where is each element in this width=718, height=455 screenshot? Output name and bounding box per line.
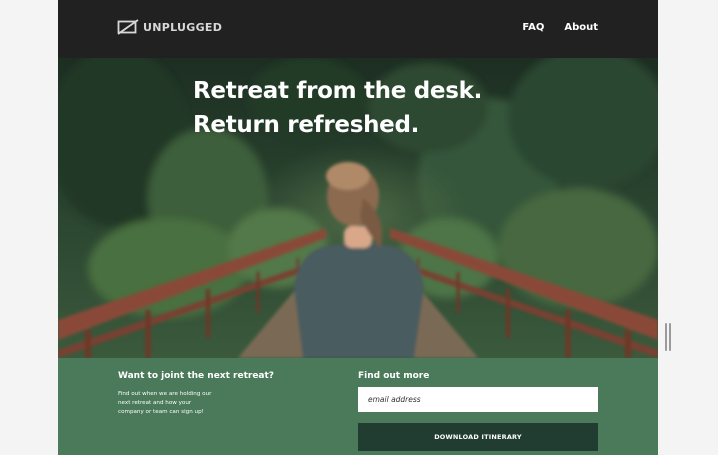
hero-title: Retreat from the desk. Return refreshed. (193, 74, 482, 142)
logo[interactable]: UNPLUGGED (117, 19, 222, 35)
nav-about-link[interactable]: About (564, 22, 598, 33)
email-input[interactable] (358, 387, 598, 412)
main-nav: FAQ About (522, 22, 598, 33)
hero-section: Retreat from the desk. Return refreshed. (58, 58, 658, 358)
hero-title-line-1: Retreat from the desk. (193, 78, 483, 104)
nav-faq-link[interactable]: FAQ (522, 22, 544, 33)
site-header: UNPLUGGED FAQ About (58, 0, 658, 58)
download-itinerary-button[interactable]: DOWNLOAD ITINERARY (358, 423, 598, 451)
find-out-heading: Find out more (358, 371, 430, 381)
side-panel (658, 0, 718, 455)
signup-section: Want to joint the next retreat? Find out… (58, 358, 658, 455)
join-heading: Want to joint the next retreat? (118, 371, 275, 381)
unplugged-logo-icon (117, 19, 139, 35)
logo-text: UNPLUGGED (143, 20, 223, 34)
join-description: Find out when we are holding our next re… (118, 391, 212, 415)
hero-title-line-2: Return refreshed. (193, 112, 420, 138)
webpage: UNPLUGGED FAQ About Retreat from the des… (58, 0, 658, 455)
resize-handle[interactable] (665, 323, 671, 351)
